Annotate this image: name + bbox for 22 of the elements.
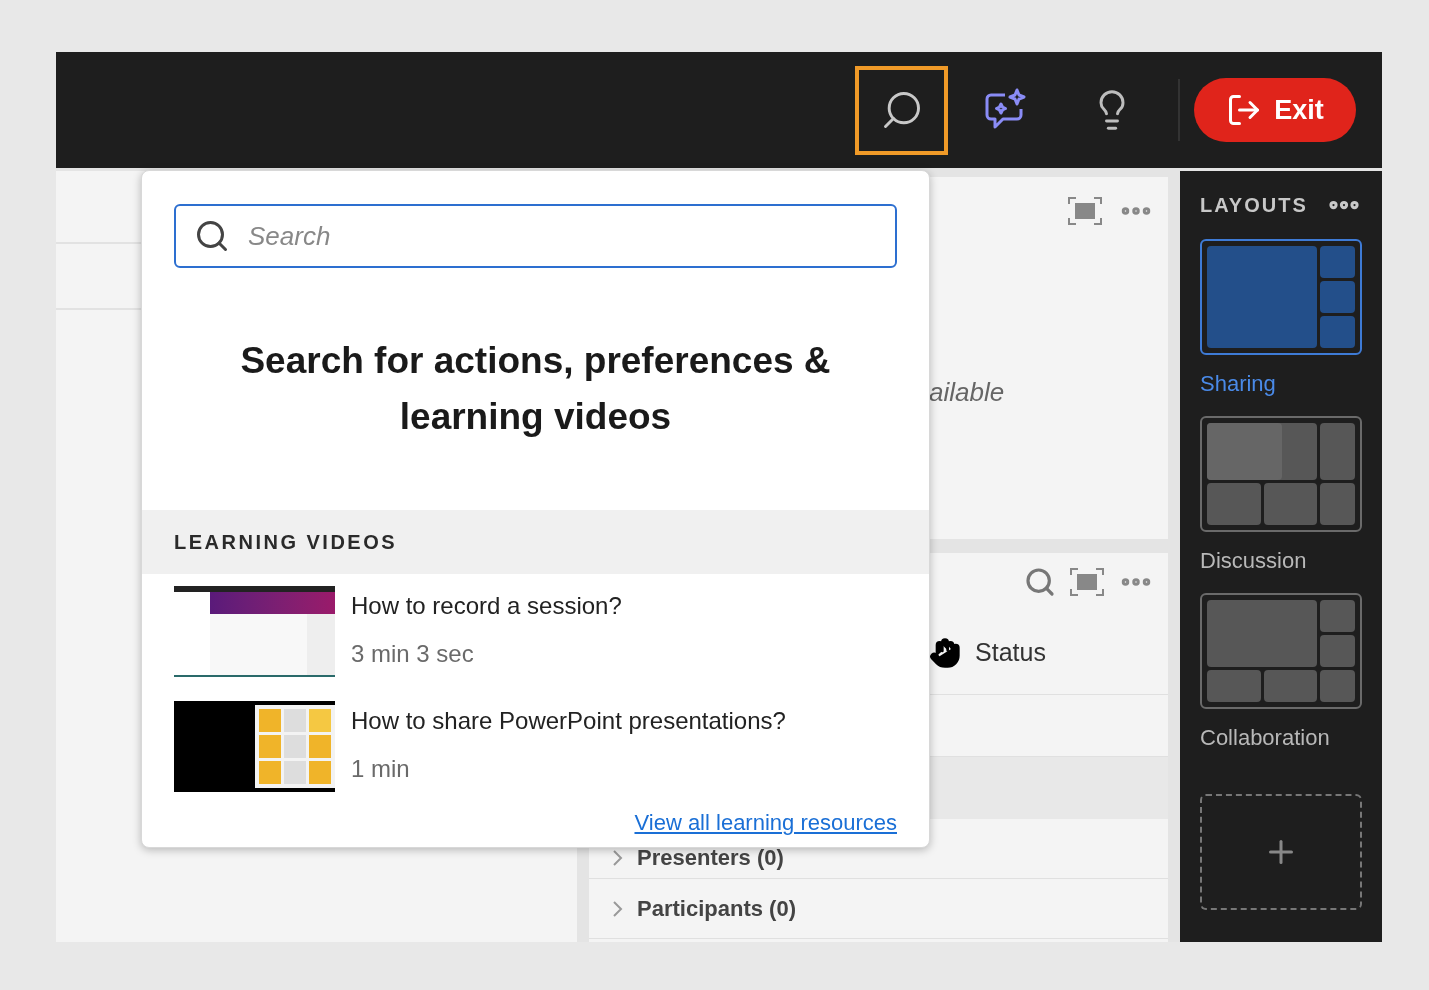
chevron-icon — [613, 900, 624, 917]
search-field[interactable]: Search — [174, 204, 897, 268]
exit-button[interactable]: Exit — [1194, 78, 1356, 142]
chevron-icon — [613, 849, 624, 866]
panel-title: LAYOUTS — [1200, 193, 1308, 218]
video-duration: 1 min — [351, 754, 411, 784]
toolbar-button[interactable] — [855, 65, 948, 155]
search-icon — [194, 218, 230, 254]
fullscreen-icon[interactable] — [1070, 568, 1104, 596]
attendee-group[interactable]: Participants (0) — [589, 879, 1168, 939]
column-header: Status — [975, 636, 1046, 668]
video-thumbnail[interactable] — [174, 701, 335, 792]
video-thumbnail[interactable] — [174, 586, 335, 677]
section-header: LEARNING VIDEOS — [142, 510, 929, 574]
fullscreen-icon[interactable] — [1068, 197, 1102, 225]
add-layout-button[interactable] — [1200, 794, 1362, 910]
search-icon[interactable] — [1024, 566, 1056, 598]
video-duration: 3 min 3 sec — [351, 639, 475, 669]
video-title[interactable]: How to share PowerPoint presentations? — [351, 703, 786, 739]
video-title[interactable]: How to record a session? — [351, 588, 622, 624]
popup-heading: Search for actions, preferences & learning videos — [239, 339, 832, 439]
pod-message: ailable — [929, 376, 1005, 409]
